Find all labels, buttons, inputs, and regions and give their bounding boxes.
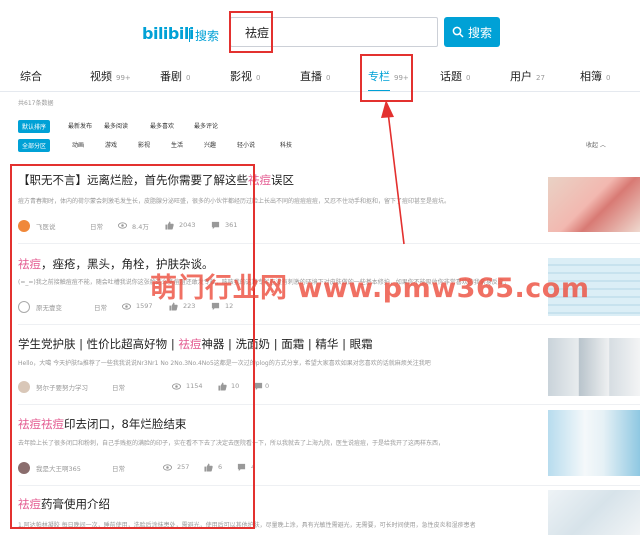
collapse-label: 收起: [586, 142, 599, 149]
tab-label: 话题: [440, 70, 462, 83]
tab-count: 99+: [116, 74, 131, 82]
tab-live[interactable]: 直播 0: [300, 68, 330, 84]
collapse-toggle[interactable]: 收起 ︿: [586, 140, 606, 149]
tabs-divider: [0, 91, 640, 92]
logo-divider: [189, 28, 190, 42]
zone-anime[interactable]: 动画: [72, 140, 84, 149]
tab-label: 视频: [90, 70, 112, 83]
tab-count: 0: [326, 74, 331, 82]
tab-label: 番剧: [160, 70, 182, 83]
tab-label: 影视: [230, 70, 252, 83]
sort-most-comments[interactable]: 最多评论: [194, 121, 218, 130]
tab-label: 相簿: [580, 70, 602, 83]
article-thumbnail[interactable]: [548, 410, 640, 476]
zone-light-novel[interactable]: 轻小说: [237, 140, 255, 149]
tab-count: 0: [606, 74, 611, 82]
zone-life[interactable]: 生活: [171, 140, 183, 149]
tab-label: 综合: [20, 70, 42, 83]
search-button-label: 搜索: [467, 25, 492, 40]
annotation-box-search: [229, 11, 273, 53]
comment-icon: [254, 382, 263, 391]
tab-count: 0: [256, 74, 261, 82]
tab-album[interactable]: 相簿 0: [580, 68, 610, 84]
search-header: bilibili 搜索 祛痘 搜索: [0, 0, 640, 60]
sort-most-liked[interactable]: 最多喜欢: [150, 121, 174, 130]
tab-count: 0: [186, 74, 191, 82]
tab-count: 27: [536, 74, 545, 82]
tab-user[interactable]: 用户 27: [510, 68, 545, 84]
result-count: 共617条数据: [18, 100, 54, 107]
logo-search-label: 搜索: [195, 29, 220, 43]
sort-default[interactable]: 默认排序: [18, 120, 51, 133]
zone-all[interactable]: 全部分区: [18, 139, 51, 152]
sort-newest[interactable]: 最新发布: [68, 121, 92, 130]
watermark-text: 萌门行业网 www.pmw365.com: [150, 273, 590, 304]
bilibili-logo[interactable]: bilibili: [142, 24, 194, 43]
tab-video[interactable]: 视频 99+: [90, 68, 131, 84]
sort-most-read[interactable]: 最多阅读: [104, 121, 128, 130]
tab-label: 直播: [300, 70, 322, 83]
zone-game[interactable]: 游戏: [105, 140, 117, 149]
tab-bangumi[interactable]: 番剧 0: [160, 68, 190, 84]
search-button[interactable]: 搜索: [444, 17, 500, 47]
tab-all[interactable]: 综合: [20, 68, 46, 84]
tab-label: 用户: [510, 70, 532, 83]
title-text: 误区: [271, 173, 294, 187]
chevron-up-icon: ︿: [598, 142, 606, 149]
zone-interest[interactable]: 兴趣: [204, 140, 216, 149]
article-thumbnail[interactable]: [548, 177, 640, 232]
tab-count: 0: [466, 74, 471, 82]
article-thumbnail[interactable]: [548, 338, 640, 396]
article-thumbnail[interactable]: [548, 490, 640, 535]
annotation-box-column-tab: [360, 54, 413, 102]
comment-count: 0: [265, 382, 270, 390]
search-icon: [452, 26, 464, 38]
zone-tech[interactable]: 科技: [280, 140, 292, 149]
zone-film[interactable]: 影视: [138, 140, 150, 149]
tab-topic[interactable]: 话题 0: [440, 68, 470, 84]
tab-movie[interactable]: 影视 0: [230, 68, 260, 84]
result-type-tabs: 综合 视频 99+ 番剧 0 影视 0 直播 0 专栏 99+ 话题 0 用户 27 相簿 0: [0, 62, 640, 92]
annotation-box-results: [10, 164, 255, 529]
